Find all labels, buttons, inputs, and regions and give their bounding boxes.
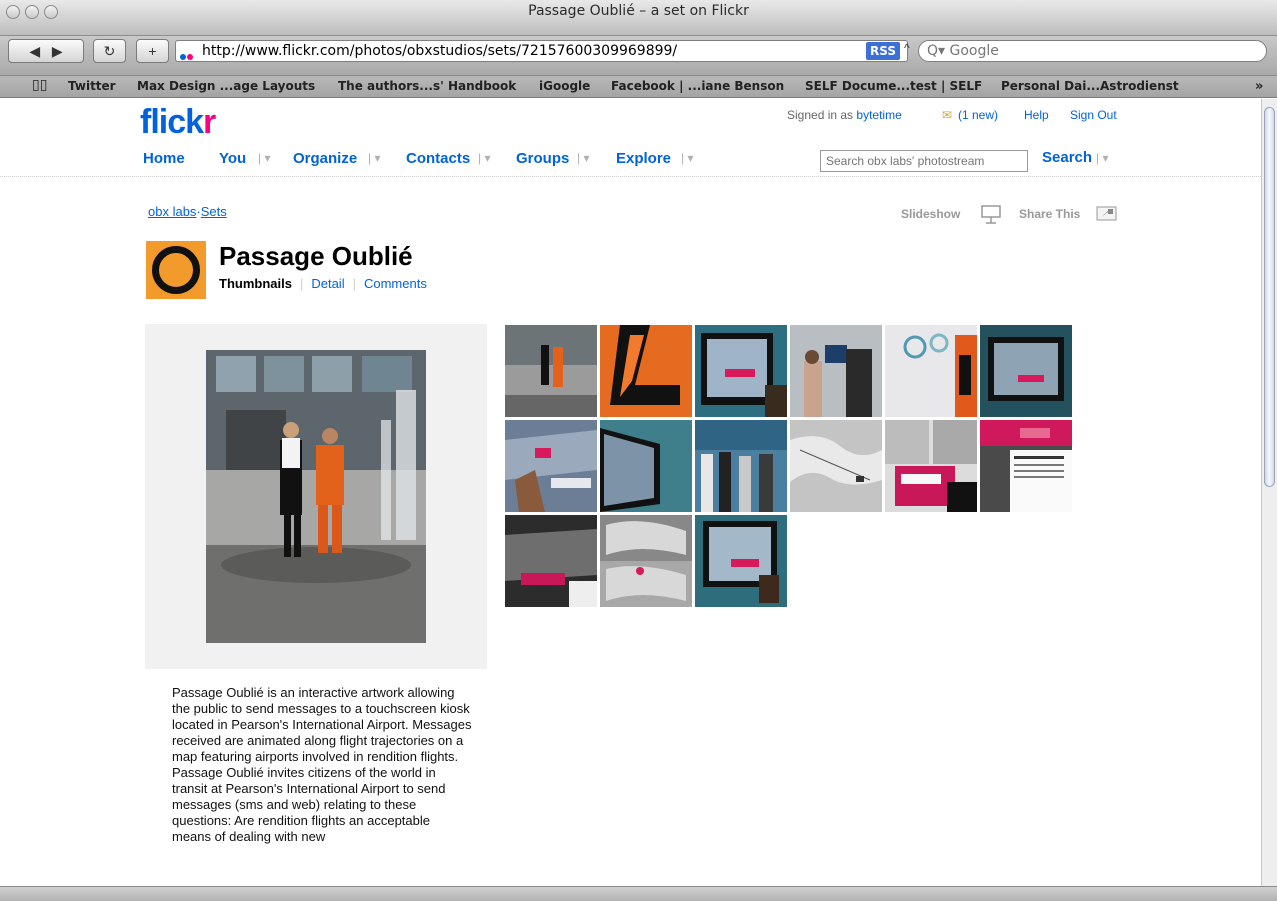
address-bar[interactable]: http://www.flickr.com/photos/obxstudios/… xyxy=(175,40,908,62)
thumbnail-photo[interactable] xyxy=(695,515,787,607)
reload-icon[interactable]: ↻ xyxy=(93,39,126,63)
photostream-search-input[interactable] xyxy=(820,150,1028,172)
bookmark-item[interactable]: Personal Dai...Astrodienst xyxy=(1001,79,1179,93)
nav-you[interactable]: You xyxy=(219,150,246,167)
rss-menu-caret-icon[interactable]: ^ xyxy=(904,41,910,55)
thumbnail-photo[interactable] xyxy=(505,515,597,607)
set-icon xyxy=(146,241,206,299)
set-view-tabs: Thumbnails | Detail | Comments xyxy=(219,276,427,291)
browser-search-field[interactable]: Q▾ Google xyxy=(918,40,1267,62)
tab-thumbnails[interactable]: Thumbnails xyxy=(219,276,292,291)
add-bookmark-icon[interactable]: + xyxy=(136,39,169,63)
thumbnail-photo[interactable] xyxy=(980,420,1072,512)
thumbnail-photo[interactable] xyxy=(600,325,692,417)
search-magnifier-icon: Q▾ xyxy=(927,43,950,59)
bookmark-item[interactable]: Max Design ...age Layouts xyxy=(137,79,315,93)
description-paragraph: Passage Oublié invites citizens of the w… xyxy=(172,765,446,844)
rss-button[interactable]: RSS xyxy=(866,42,900,60)
thumbnail-photo[interactable] xyxy=(885,420,977,512)
mail-envelope-icon[interactable]: ✉ xyxy=(942,108,952,122)
nav-groups-caret-icon[interactable]: | ▾ xyxy=(577,151,589,165)
description-paragraph: Passage Oublié is an interactive artwork… xyxy=(172,685,472,764)
nav-groups[interactable]: Groups xyxy=(516,150,569,167)
slideshow-link[interactable]: Slideshow xyxy=(901,207,960,221)
bookmark-item[interactable]: Facebook | ...iane Benson xyxy=(611,79,784,93)
vertical-scrollbar[interactable] xyxy=(1261,99,1277,886)
featured-photo[interactable] xyxy=(206,350,426,643)
nav-organize[interactable]: Organize xyxy=(293,150,357,167)
logo-text-r: r xyxy=(203,103,216,141)
thumbnail-photo[interactable] xyxy=(505,420,597,512)
thumbnail-photo[interactable] xyxy=(885,325,977,417)
share-this-link[interactable]: Share This xyxy=(1019,207,1080,221)
thumbnail-photo[interactable] xyxy=(600,420,692,512)
search-caret-icon[interactable]: | ▾ xyxy=(1096,151,1108,165)
signed-in-label: Signed in as bytetime xyxy=(787,108,902,122)
thumbnail-photo[interactable] xyxy=(695,325,787,417)
thumbnail-photo[interactable] xyxy=(600,515,692,607)
bookmarks-overflow-icon[interactable]: » xyxy=(1255,79,1263,94)
thumbnail-photo[interactable] xyxy=(695,420,787,512)
nav-contacts-caret-icon[interactable]: | ▾ xyxy=(478,151,490,165)
bookmark-item[interactable]: The authors...s' Handbook xyxy=(338,79,516,93)
thumbnail-photo[interactable] xyxy=(505,325,597,417)
bookmarks-book-icon[interactable]: ▯▯ xyxy=(32,77,47,93)
bookmark-item[interactable]: SELF Docume...test | SELF xyxy=(805,79,982,93)
site-favicon-icon xyxy=(180,47,194,60)
nav-you-caret-icon[interactable]: | ▾ xyxy=(258,151,270,165)
help-link[interactable]: Help xyxy=(1024,108,1049,122)
nav-home[interactable]: Home xyxy=(143,150,185,167)
breadcrumb-owner-link[interactable]: obx labs xyxy=(148,204,196,219)
signed-in-prefix: Signed in as xyxy=(787,108,854,122)
username-link[interactable]: bytetime xyxy=(856,108,901,122)
breadcrumb-sets-link[interactable]: Sets xyxy=(201,204,227,219)
tab-comments[interactable]: Comments xyxy=(364,276,427,291)
tab-detail[interactable]: Detail xyxy=(311,276,344,291)
bookmark-item[interactable]: iGoogle xyxy=(539,79,590,93)
page-title: Passage Oublié xyxy=(219,241,413,271)
set-description: Passage Oublié is an interactive artwork… xyxy=(172,685,472,845)
nav-explore-caret-icon[interactable]: | ▾ xyxy=(681,151,693,165)
thumbnail-photo[interactable] xyxy=(790,325,882,417)
logo-text: flick xyxy=(140,103,204,141)
bookmark-item[interactable]: Twitter xyxy=(68,79,116,93)
thumbnail-photo[interactable] xyxy=(790,420,882,512)
search-button[interactable]: Search xyxy=(1042,149,1092,166)
scrollbar-thumb[interactable] xyxy=(1264,107,1275,487)
window-title: Passage Oublié – a set on Flickr xyxy=(528,3,749,19)
nav-contacts[interactable]: Contacts xyxy=(406,150,470,167)
sign-out-link[interactable]: Sign Out xyxy=(1070,108,1117,122)
thumbnail-photo[interactable] xyxy=(980,325,1072,417)
status-bar xyxy=(0,886,1277,901)
breadcrumb: obx labs·Sets xyxy=(148,204,227,219)
share-arrow-icon[interactable] xyxy=(1096,204,1118,222)
back-forward-buttons[interactable]: ◀ ▶ xyxy=(8,39,84,63)
header-divider xyxy=(0,176,1261,177)
slideshow-icon[interactable] xyxy=(980,204,1002,224)
mail-new-link[interactable]: (1 new) xyxy=(958,108,998,122)
browser-search-placeholder: Google xyxy=(949,43,999,59)
flickr-logo[interactable]: flickr xyxy=(140,103,216,142)
nav-organize-caret-icon[interactable]: | ▾ xyxy=(368,151,380,165)
nav-explore[interactable]: Explore xyxy=(616,150,671,167)
